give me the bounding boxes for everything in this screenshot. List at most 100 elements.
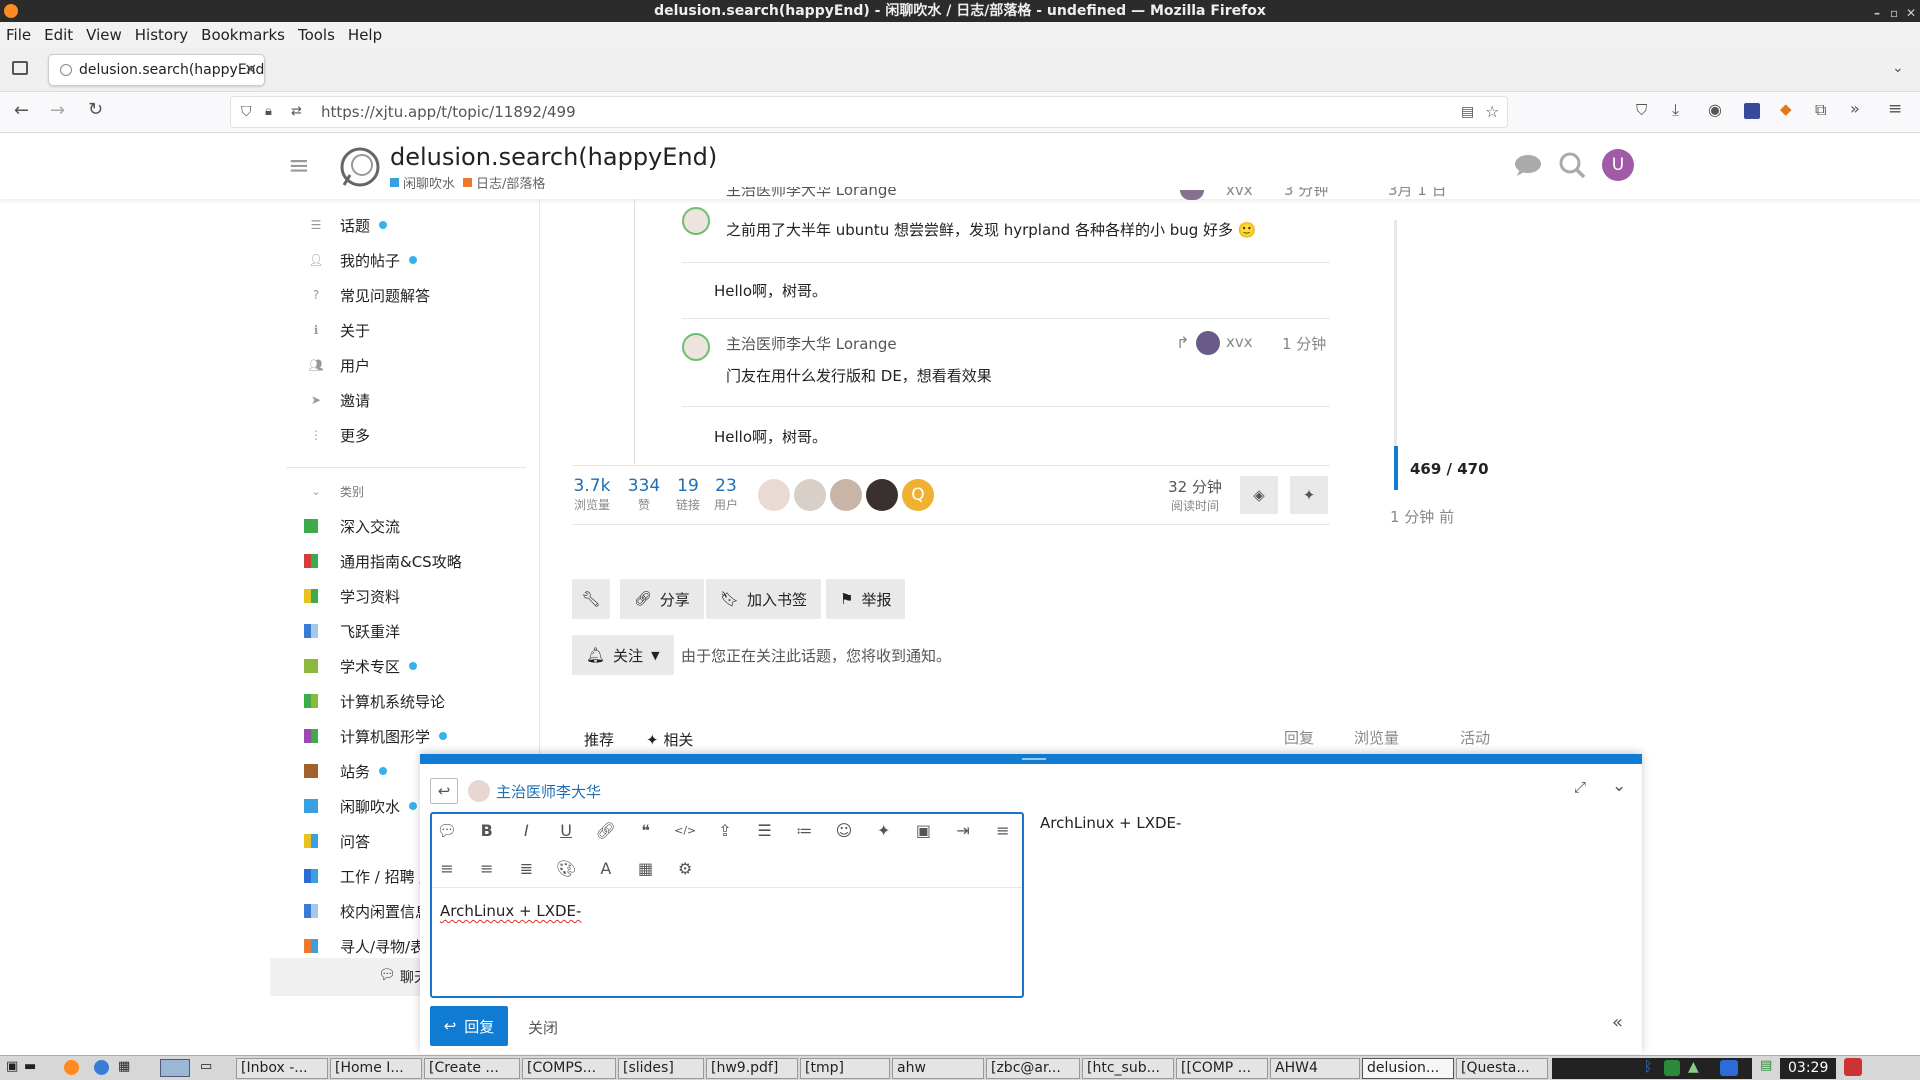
taskbar-window-2[interactable]: [Create ... (424, 1058, 520, 1079)
submit-reply-button[interactable]: ↩ 回复 (430, 1006, 508, 1046)
tab-active[interactable]: delusion.search(happyEnd (48, 54, 265, 86)
post-avatar[interactable] (682, 207, 710, 235)
url-bar[interactable]: ⛉ 🔒︎ ⇄ https://xjtu.app/t/topic/11892/49… (230, 96, 1508, 128)
user-avatar[interactable]: U (1602, 149, 1634, 181)
column-views[interactable]: 浏览量 (1354, 727, 1399, 748)
blockquote-icon[interactable]: ❝ (633, 818, 659, 844)
forward-icon[interactable]: → (50, 100, 65, 121)
taskbar-window-7[interactable]: ahw (892, 1058, 984, 1079)
menu-file[interactable]: File (6, 26, 31, 44)
taskbar-window-9[interactable]: [htc_sub... (1082, 1058, 1174, 1079)
categories-section-header[interactable]: ⌄ 类别 (280, 476, 364, 506)
terminal-launcher-icon[interactable]: ▬ (24, 1059, 36, 1074)
participant-avatar[interactable] (866, 479, 898, 511)
pocket-icon[interactable]: ⛉ (1636, 101, 1647, 119)
menu-bookmarks[interactable]: Bookmarks (201, 26, 285, 44)
extension-icon[interactable] (1744, 103, 1760, 119)
sidebar-category-3[interactable]: 飞跃重洋 (280, 616, 400, 646)
tab-related[interactable]: ✦ 相关 (646, 729, 693, 750)
sidebar-category-10[interactable]: 工作 / 招聘 / (280, 861, 424, 891)
workspace-2-icon[interactable]: ▭ (200, 1059, 212, 1074)
post-author[interactable]: 主治医师李大华 Lorange (726, 333, 897, 354)
sidebar-category-7[interactable]: 站务 (280, 756, 388, 786)
taskbar-window-10[interactable]: [[COMP ... (1176, 1058, 1268, 1079)
participant-avatar[interactable] (830, 479, 862, 511)
summary-layers-button[interactable]: ◈ (1240, 476, 1278, 514)
sidebar-item-3[interactable]: ℹ 关于 (280, 315, 370, 345)
taskbar-window-3[interactable]: [COMPS... (522, 1058, 616, 1079)
sidebar-toggle-icon[interactable]: ≡ (288, 153, 310, 179)
minimize-icon[interactable]: – (1874, 2, 1880, 24)
shield-icon[interactable]: ⛉ (241, 97, 252, 127)
start-menu-icon[interactable]: ▣ (6, 1059, 18, 1074)
timeline-start-date[interactable]: 3月 1 日 (1388, 187, 1447, 199)
sidebar-category-1[interactable]: 通用指南&CS攻略 (280, 546, 462, 576)
account-icon[interactable]: ◉ (1708, 100, 1722, 119)
taskbar-window-6[interactable]: [tmp] (800, 1058, 890, 1079)
notification-level-button[interactable]: 🔔︎ 关注 ▼ (572, 635, 674, 675)
sidebar-category-8[interactable]: 闲聊吹水 (280, 791, 418, 821)
firefox-launcher-icon[interactable] (64, 1060, 79, 1075)
topic-category-1[interactable]: 闲聊吹水 (403, 173, 455, 192)
zoom-tray-icon[interactable] (1720, 1060, 1738, 1076)
sidebar-category-12[interactable]: 寻人/寻物/表 (280, 931, 425, 961)
workspace-1-icon[interactable] (160, 1059, 190, 1077)
taskbar-window-5[interactable]: [hw9.pdf] (706, 1058, 798, 1079)
sidebar-item-6[interactable]: ⋮ 更多 (280, 420, 370, 450)
menu-edit[interactable]: Edit (44, 26, 73, 44)
topic-title[interactable]: delusion.search(happyEnd) (390, 143, 717, 171)
bluetooth-icon[interactable]: ᛒ (1644, 1059, 1652, 1075)
chat-sidebar-footer[interactable]: 💬︎ 聊天 (270, 958, 430, 996)
tray-app-icon[interactable] (1664, 1060, 1680, 1076)
close-window-icon[interactable]: ✕ (1906, 2, 1916, 24)
sparkle-icon[interactable]: ✦ (871, 818, 897, 844)
reader-view-icon[interactable]: ▤ (1461, 97, 1474, 127)
menu-view[interactable]: View (86, 26, 122, 44)
taskbar-window-12[interactable]: delusion... (1362, 1058, 1454, 1079)
code-icon[interactable]: </> (672, 818, 698, 844)
sidebar-item-4[interactable]: 👥︎ 用户 (280, 350, 370, 380)
timeline-handle[interactable] (1394, 446, 1398, 490)
align-right-icon[interactable]: ≡ (474, 856, 500, 882)
sidebar-category-5[interactable]: 计算机系统导论 (280, 686, 445, 716)
extensions-puzzle-icon[interactable]: ⧉ (1815, 100, 1826, 120)
sidebar-category-4[interactable]: 学术专区 (280, 651, 418, 681)
underline-icon[interactable]: U (553, 818, 579, 844)
files-launcher-icon[interactable]: ▦ (118, 1059, 130, 1074)
fullscreen-icon[interactable]: ⤢ (1574, 778, 1586, 796)
reply-to-user[interactable]: xvx (1226, 333, 1253, 351)
permissions-icon[interactable]: ⇄ (291, 97, 302, 127)
link-icon[interactable]: 🔗︎ (593, 818, 619, 844)
admin-wrench-button[interactable]: 🔧︎ (572, 579, 610, 619)
menu-history[interactable]: History (135, 26, 188, 44)
taskbar-window-8[interactable]: [zbc@ar... (986, 1058, 1080, 1079)
bookmark-star-icon[interactable]: ☆ (1485, 97, 1499, 127)
numbered-list-icon[interactable]: ≔ (791, 818, 817, 844)
italic-icon[interactable]: I (513, 818, 539, 844)
chat-bubble-icon[interactable] (1514, 153, 1542, 177)
participant-avatar[interactable] (758, 479, 790, 511)
lock-icon[interactable]: 🔒︎ (265, 97, 272, 127)
tab-suggested[interactable]: 推荐 (584, 729, 614, 750)
reply-to-user[interactable]: 主治医师李大华 (496, 781, 601, 802)
upload-icon[interactable]: ⇪ (712, 818, 738, 844)
timeline-last-activity[interactable]: 1 分钟 前 (1390, 506, 1454, 527)
palette-icon[interactable]: 🎨︎ (553, 856, 579, 882)
share-button[interactable]: 🔗︎ 分享 (620, 579, 704, 619)
flag-button[interactable]: ⚑ 举报 (826, 579, 906, 619)
clock[interactable]: 03:29 (1780, 1058, 1837, 1079)
reply-action-button[interactable]: ↩ (430, 778, 458, 804)
sidebar-category-11[interactable]: 校内闲置信息 (280, 896, 430, 926)
metamask-icon[interactable]: ◆ (1780, 100, 1792, 118)
network-icon[interactable]: ▲ (1688, 1059, 1699, 1075)
align-left-icon[interactable]: ≡ (990, 818, 1016, 844)
participant-avatar[interactable]: Q (902, 479, 934, 511)
chrome-launcher-icon[interactable] (94, 1060, 109, 1075)
post-author[interactable]: 主治医师李大华 Lorange (726, 187, 897, 199)
font-color-icon[interactable]: A (593, 856, 619, 882)
tab-overview-icon[interactable] (12, 61, 28, 75)
ai-summarize-button[interactable]: ✦ (1290, 476, 1328, 514)
reply-textarea[interactable]: ArchLinux + LXDE- (440, 902, 581, 920)
taskbar-window-13[interactable]: [Questa... (1456, 1058, 1548, 1079)
taskbar-window-1[interactable]: [Home I... (330, 1058, 422, 1079)
